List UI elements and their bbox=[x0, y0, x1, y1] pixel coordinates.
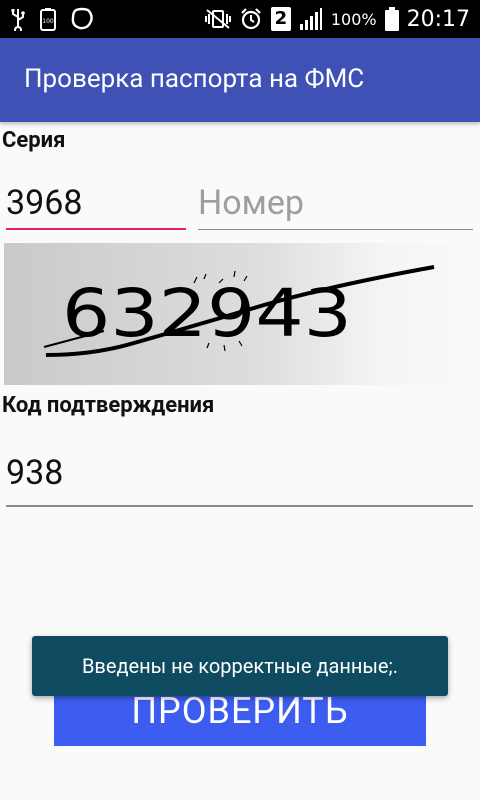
series-underline bbox=[6, 228, 186, 230]
toast-message: Введены не корректные данные;. bbox=[81, 654, 399, 678]
page-title: Проверка паспорта на ФМС bbox=[24, 64, 365, 94]
code-input[interactable] bbox=[6, 450, 472, 496]
battery-saver-icon: 100 bbox=[40, 7, 56, 31]
number-input[interactable] bbox=[198, 180, 472, 226]
alarm-icon bbox=[239, 7, 263, 31]
status-bar: 100 2 100% 20:17 bbox=[0, 0, 480, 38]
captcha-text: 632943 bbox=[62, 275, 352, 352]
usb-icon bbox=[10, 7, 26, 31]
app-bar: Проверка паспорта на ФМС bbox=[0, 38, 480, 122]
status-bar-right: 2 100% 20:17 bbox=[204, 0, 470, 38]
code-label: Код подтверждения bbox=[2, 393, 215, 418]
sim-2-icon: 2 bbox=[270, 7, 291, 31]
sim-badge-label: 2 bbox=[274, 8, 288, 29]
status-bar-left: 100 bbox=[10, 0, 94, 38]
vibrate-mute-icon bbox=[204, 8, 231, 30]
svg-text:100: 100 bbox=[42, 18, 54, 25]
battery-percent: 100% bbox=[330, 9, 377, 29]
code-underline bbox=[6, 505, 473, 507]
signal-icon bbox=[299, 7, 323, 31]
captcha-image: 632943 bbox=[4, 243, 474, 385]
shape-icon bbox=[70, 7, 94, 31]
clock: 20:17 bbox=[406, 6, 470, 32]
series-input[interactable] bbox=[6, 180, 184, 226]
error-toast: Введены не корректные данные;. bbox=[32, 636, 448, 696]
number-underline bbox=[198, 229, 473, 230]
series-label: Серия bbox=[2, 128, 66, 153]
battery-icon bbox=[384, 7, 399, 31]
